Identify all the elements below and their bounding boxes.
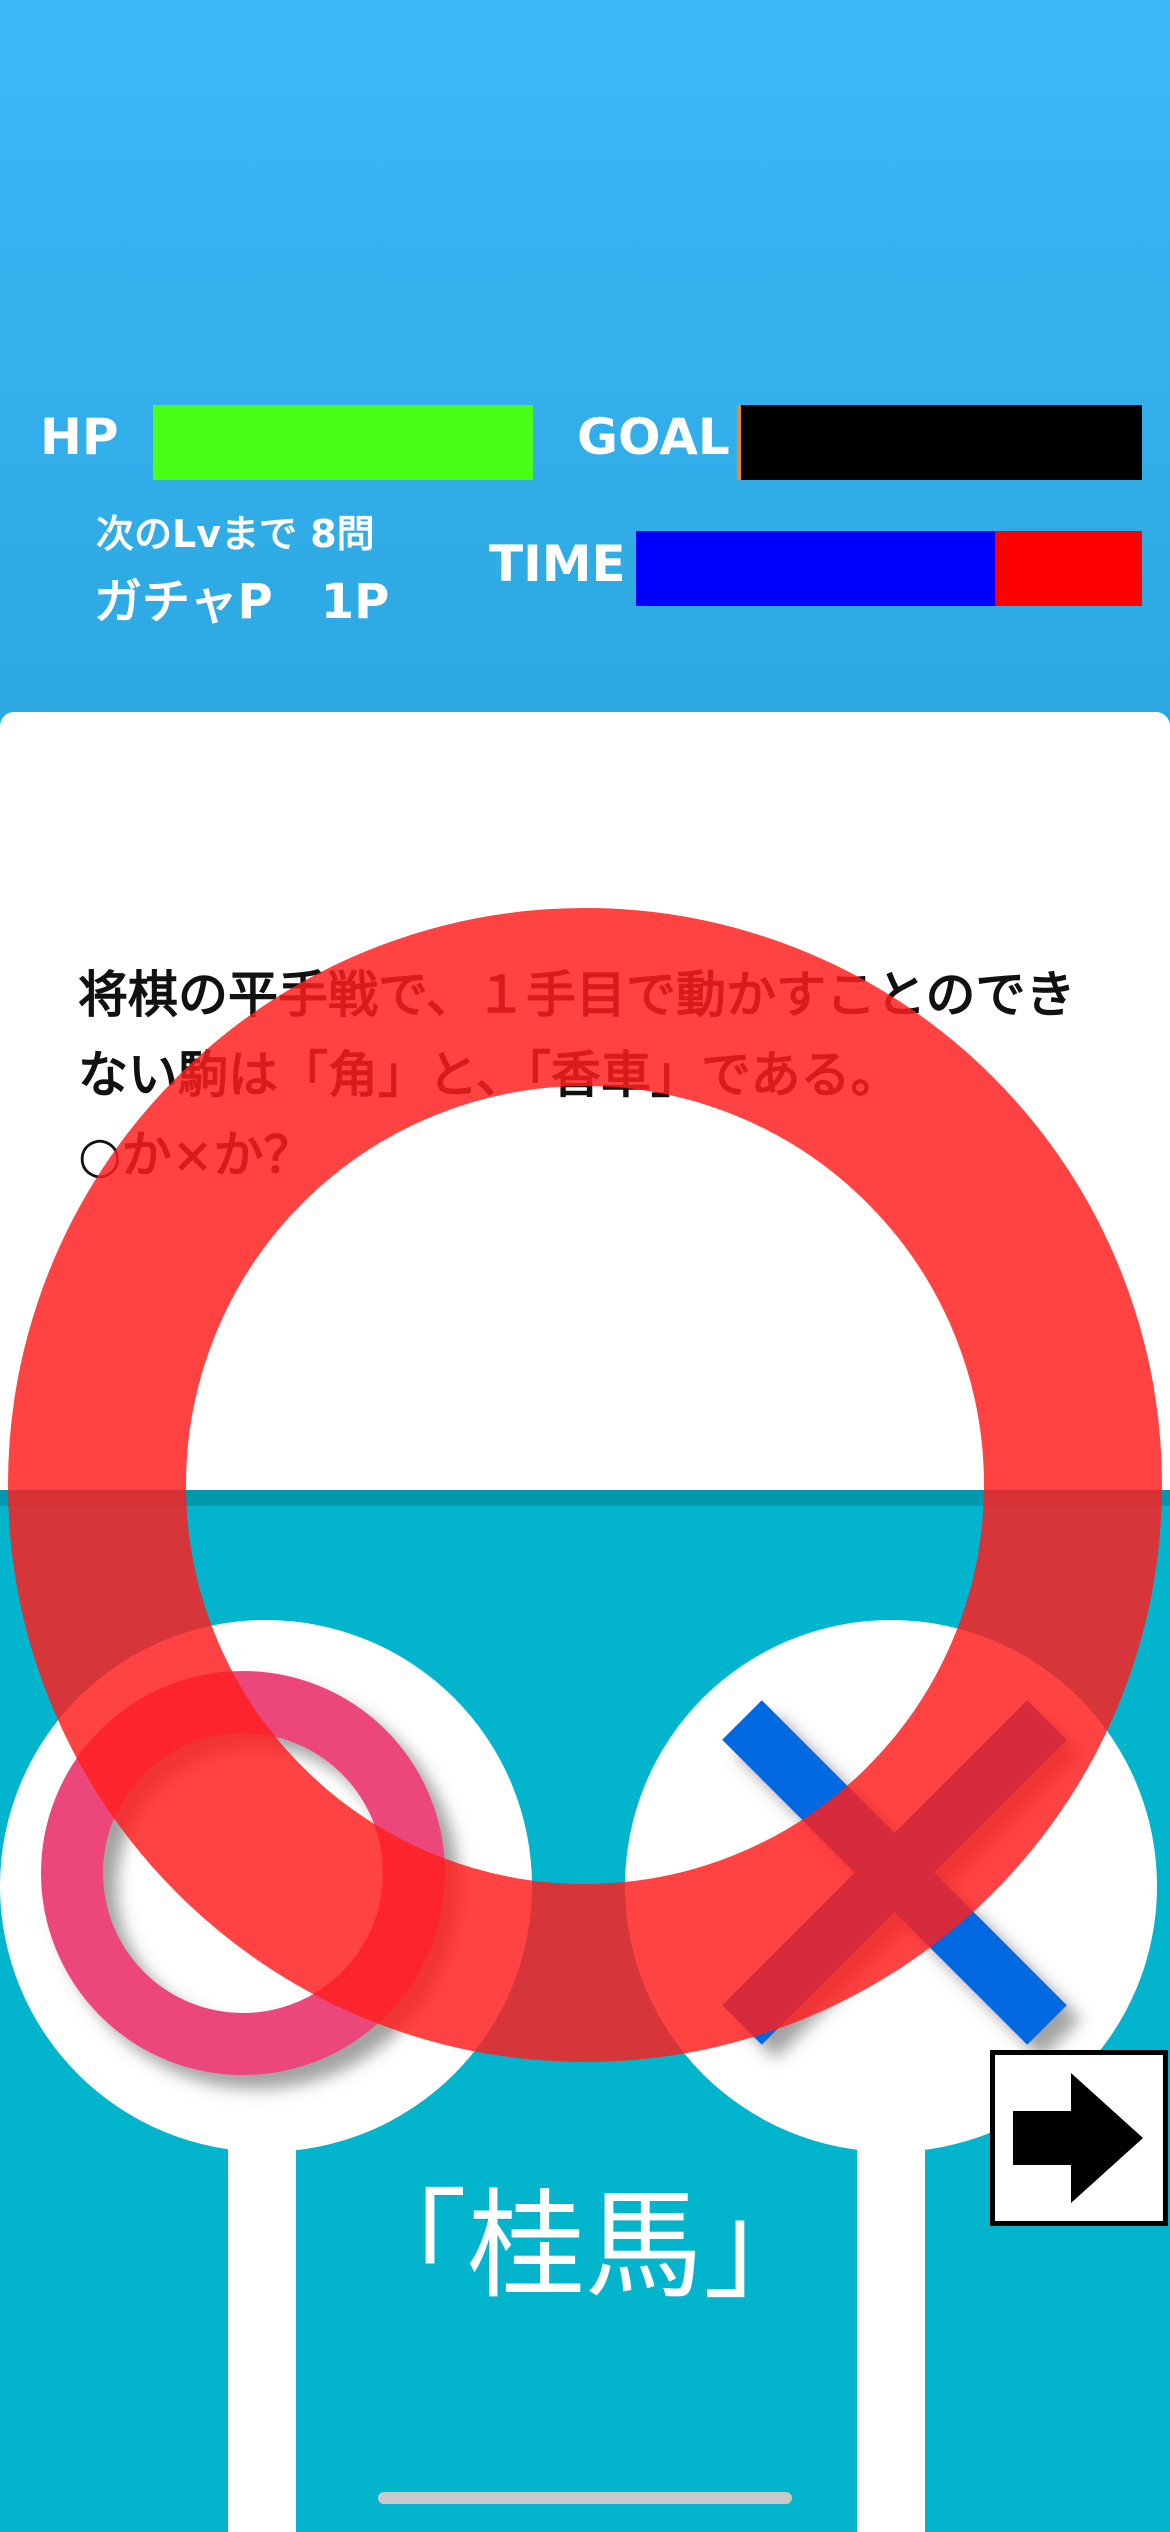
goal-label: GOAL xyxy=(577,408,730,466)
maru-button[interactable] xyxy=(0,1620,532,2152)
next-level-counter: 次のLvまで 8問 xyxy=(96,512,375,556)
goal-bar xyxy=(737,405,1142,480)
hp-bar xyxy=(153,405,533,480)
time-label: TIME xyxy=(489,535,626,593)
goal-bar-progress xyxy=(737,405,741,480)
hp-label: HP xyxy=(40,408,119,466)
next-button[interactable] xyxy=(990,2050,1168,2226)
time-bar xyxy=(636,531,1142,606)
gacha-points: ガチャP 1P xyxy=(94,574,390,630)
time-bar-remaining xyxy=(636,531,995,606)
arrow-right-icon xyxy=(1013,2073,1143,2203)
question-text: 将棋の平手戦で、１手目で動かすことのできない駒は「角」と、「香車」である。 ○か… xyxy=(78,965,1076,1184)
answer-area-edge xyxy=(0,1490,1170,1506)
home-indicator xyxy=(378,2492,792,2504)
